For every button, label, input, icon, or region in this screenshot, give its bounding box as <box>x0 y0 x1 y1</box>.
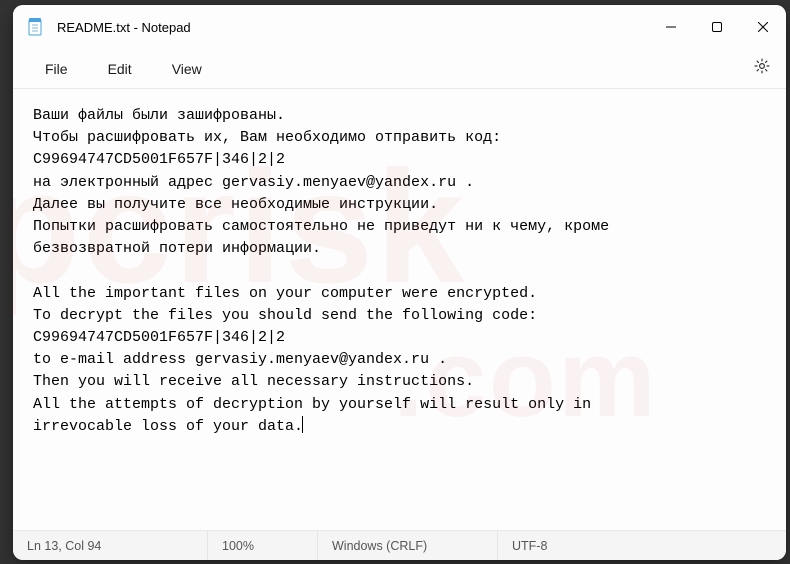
titlebar[interactable]: README.txt - Notepad <box>13 5 786 49</box>
text-editor[interactable]: Ваши файлы были зашифрованы. Чтобы расши… <box>13 89 786 530</box>
status-encoding[interactable]: UTF-8 <box>498 531 786 560</box>
status-zoom[interactable]: 100% <box>208 531 318 560</box>
status-cursor-position[interactable]: Ln 13, Col 94 <box>13 531 208 560</box>
menu-view[interactable]: View <box>152 55 222 83</box>
notepad-window: README.txt - Notepad File Edit View <box>13 5 786 560</box>
menu-edit[interactable]: Edit <box>88 55 152 83</box>
gear-icon <box>753 57 771 80</box>
close-button[interactable] <box>740 5 786 49</box>
settings-button[interactable] <box>742 52 782 86</box>
status-line-ending[interactable]: Windows (CRLF) <box>318 531 498 560</box>
document-text: Ваши файлы были зашифрованы. Чтобы расши… <box>33 107 609 435</box>
window-controls <box>648 5 786 49</box>
menubar: File Edit View <box>13 49 786 89</box>
statusbar: Ln 13, Col 94 100% Windows (CRLF) UTF-8 <box>13 530 786 560</box>
notepad-icon <box>27 17 43 37</box>
menu-file[interactable]: File <box>25 55 88 83</box>
maximize-button[interactable] <box>694 5 740 49</box>
window-title: README.txt - Notepad <box>57 20 648 35</box>
minimize-button[interactable] <box>648 5 694 49</box>
text-caret <box>302 416 303 433</box>
